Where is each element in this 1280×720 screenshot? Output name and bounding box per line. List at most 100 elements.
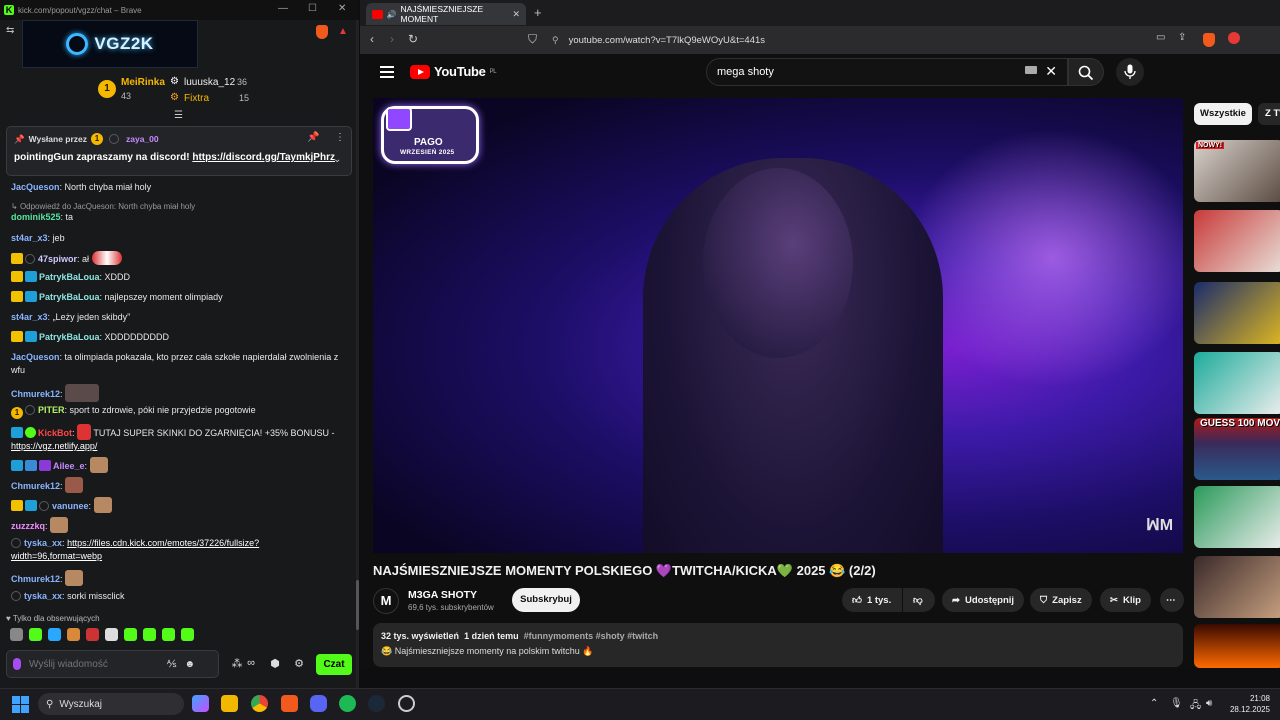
recommended-thumbnail[interactable] [1194, 624, 1280, 668]
chat-username[interactable]: PatrykBaLoua [39, 292, 100, 302]
chat-username[interactable]: PatrykBaLoua [39, 332, 100, 342]
send-chat-button[interactable]: Czat [316, 654, 352, 675]
chat-username[interactable]: KickBot [38, 428, 72, 438]
more-actions-button[interactable]: ⋯ [1160, 588, 1184, 612]
menu-icon[interactable] [380, 66, 394, 78]
chat-username[interactable]: zuzzzkq [11, 521, 45, 531]
taskbar-clock[interactable]: 21:08 28.12.2025 [1222, 693, 1270, 715]
chat-username[interactable]: st4ar_x3 [11, 312, 48, 322]
keyboard-icon[interactable] [1025, 66, 1037, 74]
chat-input[interactable] [29, 658, 159, 670]
channel-watermark-icon[interactable]: ꟽM [1146, 515, 1173, 535]
hashtags[interactable]: #funnymoments #shoty #twitch [524, 631, 659, 641]
url-bar[interactable]: ⚲ youtube.com/watch?v=T7lkQ9eWOyU&t=441s [548, 31, 1138, 49]
leaderboard-name-3[interactable]: Fixtra [184, 93, 209, 104]
emote-icon[interactable] [10, 628, 23, 641]
chat-username[interactable]: Chmurek12 [11, 481, 60, 491]
volume-icon[interactable]: 🔊︎ [1206, 698, 1212, 709]
channel-name[interactable]: M3GA SHOTY [408, 589, 477, 601]
chrome-icon[interactable] [251, 695, 268, 712]
emote-icon[interactable] [67, 628, 80, 641]
search-query[interactable]: mega shoty [717, 66, 774, 78]
shield-icon[interactable]: ⬢ [268, 657, 282, 671]
emote-icon[interactable] [105, 628, 118, 641]
emote-icon[interactable] [48, 628, 61, 641]
discord-icon[interactable] [310, 695, 327, 712]
leaderboard-name-2[interactable]: luuuska_12 [184, 77, 235, 88]
channel-avatar[interactable]: M [373, 588, 399, 614]
filter-icon[interactable]: ☰ [174, 110, 183, 121]
brave-shield-icon[interactable] [316, 25, 328, 39]
emote-icon[interactable] [86, 628, 99, 641]
brave-rewards-icon[interactable] [1228, 32, 1240, 44]
recommended-thumbnail[interactable]: NOWY! [1194, 140, 1280, 202]
emote-icon[interactable] [181, 628, 194, 641]
chip-all[interactable]: Wszystkie [1194, 103, 1252, 125]
gear-icon[interactable]: ⚙ [292, 657, 306, 671]
chat-scrollbar[interactable] [356, 20, 359, 688]
maximize-icon[interactable]: ☐ [308, 3, 317, 14]
emote-icon[interactable] [29, 628, 42, 641]
recommended-thumbnail[interactable] [1194, 210, 1280, 272]
share-button[interactable]: ➦ Udostępnij [942, 588, 1025, 612]
pinned-sender[interactable]: zaya_00 [126, 134, 159, 144]
subscribe-button[interactable]: Subskrybuj [512, 588, 580, 612]
obs-icon[interactable] [398, 695, 415, 712]
file-explorer-icon[interactable] [221, 695, 238, 712]
taskbar-search[interactable]: ⚲ Wyszukaj [38, 693, 184, 715]
copilot-icon[interactable] [192, 695, 209, 712]
chat-username[interactable]: JacQueson [11, 352, 60, 362]
network-icon[interactable]: 🖧 [1190, 698, 1201, 715]
tray-overflow-icon[interactable]: ⌃ [1150, 698, 1158, 709]
tab-youtube[interactable]: 🔊 NAJŚMIESZNIEJSZE MOMENT ✕ [366, 3, 526, 25]
description-box[interactable]: 32 tys. wyświetleń 1 dzień temu #funnymo… [373, 623, 1183, 667]
reload-icon[interactable]: ↻ [408, 32, 418, 46]
translate-icon[interactable]: ⅍ [167, 659, 176, 670]
chevron-down-icon[interactable]: ⌄ [333, 154, 341, 165]
scrollbar-thumb[interactable] [356, 580, 359, 630]
emote-picker-icon[interactable]: ⁂ [230, 657, 244, 671]
like-button[interactable]: 👍︎ 1 tys. [842, 588, 902, 612]
mic-icon[interactable] [13, 658, 21, 670]
chat-username[interactable]: PatrykBaLoua [39, 272, 100, 282]
chip-from-channel[interactable]: Z TW [1258, 103, 1280, 125]
chat-username[interactable]: 47spiwor [38, 254, 77, 264]
chat-username[interactable]: dominik525 [11, 212, 61, 222]
windows-start-icon[interactable] [12, 696, 29, 713]
emoji-icon[interactable]: ☻ [184, 659, 195, 670]
leaderboard-name-1[interactable]: MeiRinka [121, 77, 165, 88]
chat-username[interactable]: JacQueson [11, 182, 60, 192]
video-player[interactable] [373, 98, 1183, 553]
search-button[interactable] [1068, 58, 1104, 86]
chat-username[interactable]: Chmurek12 [11, 574, 60, 584]
site-info-icon[interactable]: ⚲ [552, 35, 559, 46]
brave-icon[interactable] [281, 695, 298, 712]
clear-search-icon[interactable]: ✕ [1045, 63, 1057, 80]
clip-button[interactable]: ✂ Klip [1100, 588, 1151, 612]
bookmark-icon[interactable]: ⛉ [528, 32, 537, 47]
chat-username[interactable]: st4ar_x3 [11, 233, 48, 243]
chat-username[interactable]: Ailee_e [53, 461, 85, 471]
spotify-icon[interactable] [339, 695, 356, 712]
emote-icon[interactable] [143, 628, 156, 641]
save-button[interactable]: ⛉ Zapisz [1030, 588, 1092, 612]
recommended-thumbnail[interactable]: GUESS 100 MOV [1194, 418, 1280, 480]
recommended-thumbnail[interactable] [1194, 556, 1280, 618]
emote-icon[interactable] [162, 628, 175, 641]
chat-link-cont[interactable]: width=96,format=webp [11, 551, 102, 561]
mic-icon[interactable]: 🎙︎ [1170, 698, 1183, 709]
chat-username[interactable]: tyska_xx [24, 591, 62, 601]
chat-username[interactable]: Chmurek12 [11, 389, 60, 399]
forward-icon[interactable]: › [390, 32, 394, 46]
recommended-thumbnail[interactable] [1194, 282, 1280, 344]
url-text[interactable]: youtube.com/watch?v=T7lkQ9eWOyU&t=441s [569, 35, 765, 46]
dislike-button[interactable]: 👎︎ [903, 588, 935, 612]
collapse-chat-icon[interactable]: ⇆ [6, 25, 14, 36]
close-tab-icon[interactable]: ✕ [512, 9, 520, 20]
unpin-icon[interactable]: 📌 [307, 132, 319, 143]
chat-username[interactable]: tyska_xx [24, 538, 62, 548]
infinity-icon[interactable]: ∞ [244, 657, 258, 671]
recommended-thumbnail[interactable] [1194, 486, 1280, 548]
close-icon[interactable]: ✕ [338, 3, 346, 14]
cast-icon[interactable]: ▭ [1156, 32, 1165, 43]
